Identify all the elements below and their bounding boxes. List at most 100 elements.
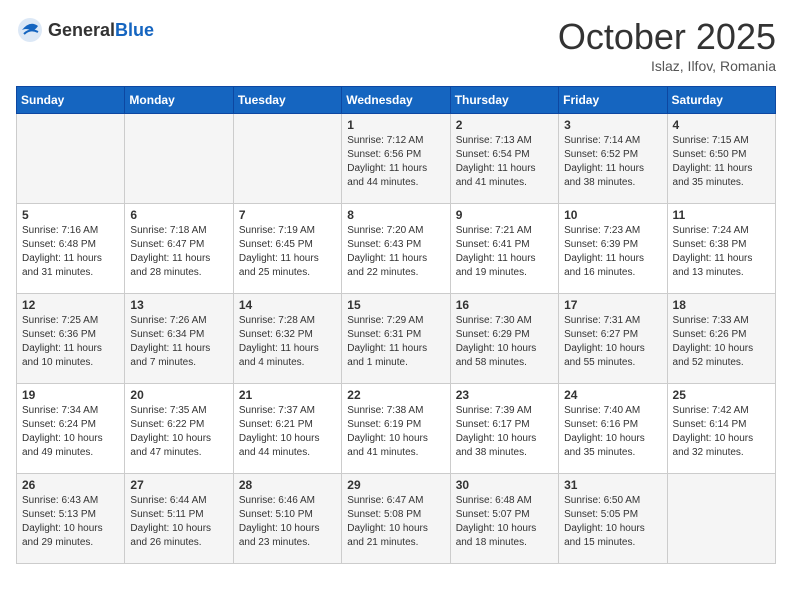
day-number: 22	[347, 388, 444, 402]
week-row-5: 26 Sunrise: 6:43 AM Sunset: 5:13 PM Dayli…	[17, 474, 776, 564]
day-info: Sunrise: 7:29 AM Sunset: 6:31 PM Dayligh…	[347, 314, 444, 370]
day-info: Sunrise: 7:34 AM Sunset: 6:24 PM Dayligh…	[22, 404, 119, 460]
week-row-2: 5 Sunrise: 7:16 AM Sunset: 6:48 PM Daylig…	[17, 204, 776, 294]
calendar-cell: 4Sunrise: 7:15 AM Sunset: 6:50 PM Daylig…	[667, 114, 775, 204]
header-day-friday: Friday	[559, 87, 667, 114]
calendar-cell	[233, 114, 341, 204]
day-number: 30	[456, 478, 553, 492]
month-title: October 2025	[558, 16, 776, 58]
calendar-cell: 29 Sunrise: 6:47 AM Sunset: 5:08 PM Dayli…	[342, 474, 450, 564]
day-number: 12	[22, 298, 119, 312]
day-info: Sunrise: 6:47 AM Sunset: 5:08 PM Dayligh…	[347, 494, 444, 550]
day-number: 14	[239, 298, 336, 312]
day-number: 18	[673, 298, 770, 312]
day-number: 15	[347, 298, 444, 312]
day-number: 29	[347, 478, 444, 492]
day-info: Sunrise: 7:40 AM Sunset: 6:16 PM Dayligh…	[564, 404, 661, 460]
day-number: 13	[130, 298, 227, 312]
calendar-cell: 18 Sunrise: 7:33 AM Sunset: 6:26 PM Dayli…	[667, 294, 775, 384]
day-info: Sunrise: 7:16 AM Sunset: 6:48 PM Dayligh…	[22, 224, 119, 280]
day-info: Sunrise: 7:42 AM Sunset: 6:14 PM Dayligh…	[673, 404, 770, 460]
calendar-cell: 16 Sunrise: 7:30 AM Sunset: 6:29 PM Dayli…	[450, 294, 558, 384]
day-info: Sunrise: 6:50 AM Sunset: 5:05 PM Dayligh…	[564, 494, 661, 550]
day-number: 23	[456, 388, 553, 402]
day-info: Sunrise: 6:48 AM Sunset: 5:07 PM Dayligh…	[456, 494, 553, 550]
day-number: 11	[673, 208, 770, 222]
calendar-cell: 17Sunrise: 7:31 AM Sunset: 6:27 PM Dayli…	[559, 294, 667, 384]
day-number: 20	[130, 388, 227, 402]
logo-text: GeneralBlue	[48, 20, 154, 41]
day-info: Sunrise: 7:35 AM Sunset: 6:22 PM Dayligh…	[130, 404, 227, 460]
day-number: 9	[456, 208, 553, 222]
week-row-3: 12 Sunrise: 7:25 AM Sunset: 6:36 PM Dayli…	[17, 294, 776, 384]
calendar-cell: 21 Sunrise: 7:37 AM Sunset: 6:21 PM Dayli…	[233, 384, 341, 474]
calendar-cell: 1 Sunrise: 7:12 AM Sunset: 6:56 PM Daylig…	[342, 114, 450, 204]
day-number: 6	[130, 208, 227, 222]
day-number: 3	[564, 118, 661, 132]
page-header: GeneralBlue October 2025 Islaz, Ilfov, R…	[16, 16, 776, 74]
calendar-body: 1 Sunrise: 7:12 AM Sunset: 6:56 PM Daylig…	[17, 114, 776, 564]
calendar-cell: 15 Sunrise: 7:29 AM Sunset: 6:31 PM Dayli…	[342, 294, 450, 384]
day-info: Sunrise: 7:21 AM Sunset: 6:41 PM Dayligh…	[456, 224, 553, 280]
day-info: Sunrise: 6:43 AM Sunset: 5:13 PM Dayligh…	[22, 494, 119, 550]
header-day-tuesday: Tuesday	[233, 87, 341, 114]
calendar-cell: 23Sunrise: 7:39 AM Sunset: 6:17 PM Dayli…	[450, 384, 558, 474]
calendar-cell	[125, 114, 233, 204]
day-number: 1	[347, 118, 444, 132]
day-number: 21	[239, 388, 336, 402]
calendar-cell: 6 Sunrise: 7:18 AM Sunset: 6:47 PM Daylig…	[125, 204, 233, 294]
day-info: Sunrise: 7:25 AM Sunset: 6:36 PM Dayligh…	[22, 314, 119, 370]
day-info: Sunrise: 7:26 AM Sunset: 6:34 PM Dayligh…	[130, 314, 227, 370]
title-area: October 2025 Islaz, Ilfov, Romania	[558, 16, 776, 74]
day-number: 10	[564, 208, 661, 222]
calendar-cell: 14 Sunrise: 7:28 AM Sunset: 6:32 PM Dayli…	[233, 294, 341, 384]
day-number: 19	[22, 388, 119, 402]
day-info: Sunrise: 7:28 AM Sunset: 6:32 PM Dayligh…	[239, 314, 336, 370]
day-number: 8	[347, 208, 444, 222]
calendar-cell: 25Sunrise: 7:42 AM Sunset: 6:14 PM Dayli…	[667, 384, 775, 474]
header-day-saturday: Saturday	[667, 87, 775, 114]
calendar-cell	[667, 474, 775, 564]
calendar-cell: 27Sunrise: 6:44 AM Sunset: 5:11 PM Dayli…	[125, 474, 233, 564]
calendar-cell: 28 Sunrise: 6:46 AM Sunset: 5:10 PM Dayli…	[233, 474, 341, 564]
week-row-4: 19 Sunrise: 7:34 AM Sunset: 6:24 PM Dayli…	[17, 384, 776, 474]
logo: GeneralBlue	[16, 16, 154, 44]
calendar-cell: 7 Sunrise: 7:19 AM Sunset: 6:45 PM Daylig…	[233, 204, 341, 294]
calendar-table: SundayMondayTuesdayWednesdayThursdayFrid…	[16, 86, 776, 564]
calendar-cell: 30 Sunrise: 6:48 AM Sunset: 5:07 PM Dayli…	[450, 474, 558, 564]
day-info: Sunrise: 6:46 AM Sunset: 5:10 PM Dayligh…	[239, 494, 336, 550]
day-number: 31	[564, 478, 661, 492]
calendar-cell: 22 Sunrise: 7:38 AM Sunset: 6:19 PM Dayli…	[342, 384, 450, 474]
day-number: 24	[564, 388, 661, 402]
calendar-cell: 13 Sunrise: 7:26 AM Sunset: 6:34 PM Dayli…	[125, 294, 233, 384]
calendar-cell: 19 Sunrise: 7:34 AM Sunset: 6:24 PM Dayli…	[17, 384, 125, 474]
calendar-cell: 11 Sunrise: 7:24 AM Sunset: 6:38 PM Dayli…	[667, 204, 775, 294]
calendar-cell: 8 Sunrise: 7:20 AM Sunset: 6:43 PM Daylig…	[342, 204, 450, 294]
day-info: Sunrise: 7:33 AM Sunset: 6:26 PM Dayligh…	[673, 314, 770, 370]
day-info: Sunrise: 7:14 AM Sunset: 6:52 PM Dayligh…	[564, 134, 661, 190]
day-info: Sunrise: 7:12 AM Sunset: 6:56 PM Dayligh…	[347, 134, 444, 190]
day-number: 16	[456, 298, 553, 312]
day-number: 28	[239, 478, 336, 492]
day-number: 17	[564, 298, 661, 312]
header-day-monday: Monday	[125, 87, 233, 114]
day-info: Sunrise: 7:18 AM Sunset: 6:47 PM Dayligh…	[130, 224, 227, 280]
calendar-header: SundayMondayTuesdayWednesdayThursdayFrid…	[17, 87, 776, 114]
calendar-cell: 2Sunrise: 7:13 AM Sunset: 6:54 PM Daylig…	[450, 114, 558, 204]
day-number: 26	[22, 478, 119, 492]
day-number: 27	[130, 478, 227, 492]
day-number: 7	[239, 208, 336, 222]
day-info: Sunrise: 7:37 AM Sunset: 6:21 PM Dayligh…	[239, 404, 336, 460]
day-number: 4	[673, 118, 770, 132]
day-info: Sunrise: 7:30 AM Sunset: 6:29 PM Dayligh…	[456, 314, 553, 370]
day-number: 5	[22, 208, 119, 222]
calendar-cell: 20 Sunrise: 7:35 AM Sunset: 6:22 PM Dayli…	[125, 384, 233, 474]
day-number: 2	[456, 118, 553, 132]
day-info: Sunrise: 7:20 AM Sunset: 6:43 PM Dayligh…	[347, 224, 444, 280]
day-info: Sunrise: 7:38 AM Sunset: 6:19 PM Dayligh…	[347, 404, 444, 460]
calendar-cell: 10Sunrise: 7:23 AM Sunset: 6:39 PM Dayli…	[559, 204, 667, 294]
day-info: Sunrise: 7:19 AM Sunset: 6:45 PM Dayligh…	[239, 224, 336, 280]
header-day-thursday: Thursday	[450, 87, 558, 114]
day-info: Sunrise: 7:24 AM Sunset: 6:38 PM Dayligh…	[673, 224, 770, 280]
location: Islaz, Ilfov, Romania	[558, 58, 776, 74]
